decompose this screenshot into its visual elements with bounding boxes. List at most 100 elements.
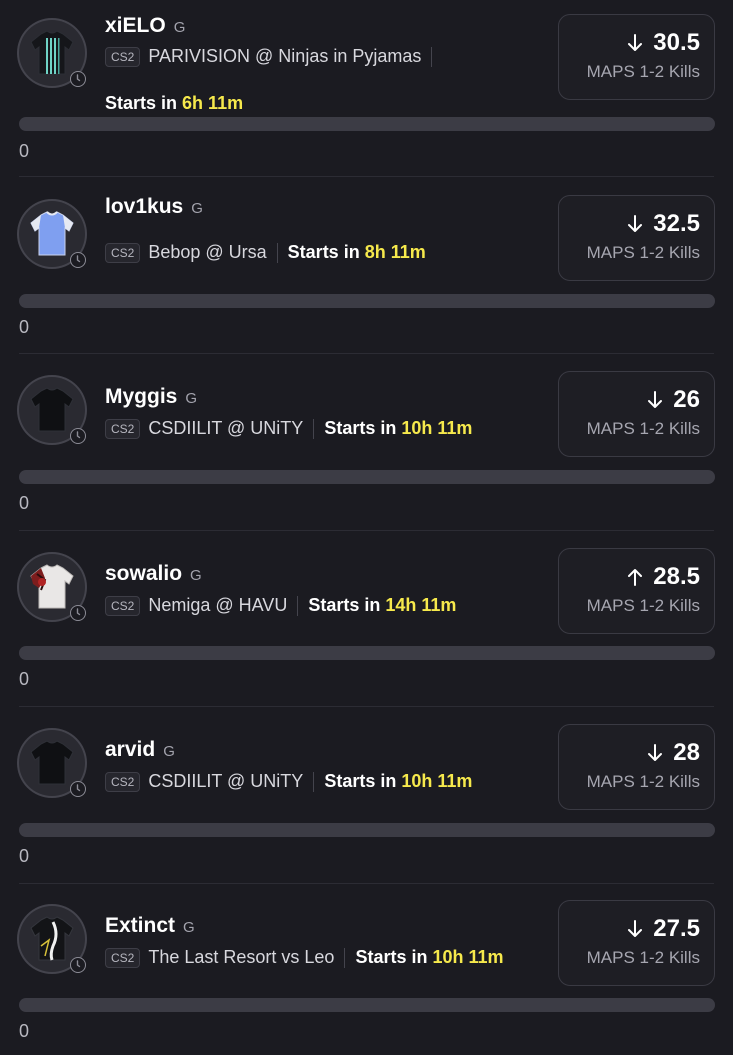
player-name: Myggis G	[105, 385, 197, 409]
league-tag: CS2	[105, 771, 141, 792]
projection-box[interactable]: 32.5 MAPS 1-2 Kills	[558, 195, 715, 281]
player-avatar	[19, 201, 86, 268]
stat-type: MAPS 1-2 Kills	[586, 243, 700, 262]
player-name-text: Myggis	[105, 385, 178, 408]
starts-label: Starts in	[355, 947, 428, 967]
player-position: G	[190, 567, 202, 584]
matchup: The Last Resort vs Leo	[148, 947, 335, 967]
stat-type: MAPS 1-2 Kills	[586, 772, 700, 791]
projection-line: 26	[647, 386, 700, 414]
league-tag: CS2	[105, 595, 141, 616]
clock-icon	[70, 781, 86, 797]
start-time: Starts in 10h 11m	[324, 418, 472, 439]
arrow-down-icon	[648, 744, 663, 761]
stat-type: MAPS 1-2 Kills	[586, 596, 700, 615]
projection-box[interactable]: 30.5 MAPS 1-2 Kills	[558, 14, 715, 100]
stat-type: MAPS 1-2 Kills	[586, 948, 700, 967]
league-tag: CS2	[105, 46, 141, 67]
divider	[297, 595, 299, 616]
clock-icon	[70, 428, 86, 444]
player-position: G	[191, 200, 203, 217]
row-divider	[19, 353, 714, 354]
starts-countdown: 14h 11m	[385, 595, 457, 615]
player-avatar	[19, 730, 86, 797]
player-name-text: xiELO	[105, 14, 166, 37]
clock-icon	[70, 957, 86, 973]
player-name-text: arvid	[105, 738, 156, 761]
starts-label: Starts in	[287, 242, 360, 262]
projection-card[interactable]: Myggis G CS2 CSDIILIT @ UNiTY Starts in 1…	[0, 371, 733, 531]
projection-card[interactable]: lov1kus G CS2 Bebop @ Ursa Starts in 8h 1…	[0, 195, 733, 354]
progress-bar	[19, 998, 715, 1012]
stat-type: MAPS 1-2 Kills	[586, 62, 700, 81]
starts-countdown: 8h 11m	[364, 242, 426, 262]
starts-label: Starts in	[308, 595, 381, 615]
line-value: 26	[673, 386, 700, 413]
match-info: CS2 Nemiga @ HAVU Starts in 14h 11m	[105, 595, 456, 616]
current-count: 0	[19, 141, 30, 161]
player-avatar	[19, 906, 86, 973]
player-name: lov1kus G	[105, 195, 203, 219]
line-value: 28.5	[653, 563, 700, 590]
projection-line: 28	[647, 739, 700, 767]
start-time: Starts in 10h 11m	[355, 947, 503, 968]
divider	[431, 46, 433, 67]
player-name-text: lov1kus	[105, 195, 184, 218]
clock-icon	[70, 71, 86, 87]
matchup: Bebop @ Ursa	[148, 242, 267, 262]
player-avatar	[19, 20, 86, 87]
starts-countdown: 10h 11m	[401, 771, 473, 791]
projection-card[interactable]: xiELO G CS2 PARIVISION @ Ninjas in Pyjama…	[0, 14, 733, 177]
projection-card[interactable]: Extinct G CS2 The Last Resort vs Leo Star…	[0, 900, 733, 1055]
projection-box[interactable]: 28 MAPS 1-2 Kills	[558, 724, 715, 810]
arrow-down-icon	[628, 34, 643, 51]
clock-icon	[70, 252, 86, 268]
projection-line: 27.5	[627, 915, 700, 943]
matchup: Nemiga @ HAVU	[148, 595, 288, 615]
projection-card[interactable]: arvid G CS2 CSDIILIT @ UNiTY Starts in 10…	[0, 724, 733, 884]
player-avatar	[19, 554, 86, 621]
player-name: xiELO G	[105, 14, 185, 38]
match-info: CS2 CSDIILIT @ UNiTY Starts in 10h 11m	[105, 418, 472, 439]
match-info: CS2 The Last Resort vs Leo Starts in 10h…	[105, 947, 504, 968]
matchup: PARIVISION @ Ninjas in Pyjamas	[148, 46, 422, 66]
projection-card[interactable]: sowalio G CS2 Nemiga @ HAVU Starts in 14h…	[0, 548, 733, 707]
projection-line: 32.5	[627, 210, 700, 238]
arrow-down-icon	[628, 215, 643, 232]
projection-list: xiELO G CS2 PARIVISION @ Ninjas in Pyjama…	[0, 0, 733, 1055]
progress-bar	[19, 294, 715, 308]
line-value: 27.5	[653, 915, 700, 942]
current-count: 0	[19, 317, 30, 337]
progress-bar	[19, 117, 715, 131]
league-tag: CS2	[105, 947, 141, 968]
current-count: 0	[19, 669, 30, 689]
row-divider	[19, 176, 714, 177]
current-count: 0	[19, 493, 30, 513]
matchup: CSDIILIT @ UNiTY	[148, 418, 304, 438]
player-name-text: Extinct	[105, 914, 176, 937]
match-info: CS2 PARIVISION @ Ninjas in Pyjamas	[105, 46, 442, 67]
current-count: 0	[19, 1021, 30, 1041]
starts-countdown: 6h 11m	[182, 93, 244, 113]
start-time: Starts in 8h 11m	[288, 242, 426, 263]
divider	[313, 418, 315, 439]
starts-label: Starts in	[324, 771, 397, 791]
match-info: CS2 Bebop @ Ursa Starts in 8h 11m	[105, 242, 426, 263]
match-info: CS2 CSDIILIT @ UNiTY Starts in 10h 11m	[105, 771, 472, 792]
player-position: G	[163, 743, 175, 760]
projection-line: 28.5	[627, 563, 700, 591]
projection-box[interactable]: 26 MAPS 1-2 Kills	[558, 371, 715, 457]
progress-bar	[19, 470, 715, 484]
divider	[344, 947, 346, 968]
row-divider	[19, 706, 714, 707]
line-value: 32.5	[653, 210, 700, 237]
row-divider	[19, 883, 714, 884]
progress-bar	[19, 823, 715, 837]
player-avatar	[19, 377, 86, 444]
stat-type: MAPS 1-2 Kills	[586, 419, 700, 438]
projection-box[interactable]: 27.5 MAPS 1-2 Kills	[558, 900, 715, 986]
player-position: G	[183, 919, 195, 936]
projection-box[interactable]: 28.5 MAPS 1-2 Kills	[558, 548, 715, 634]
player-position: G	[185, 390, 198, 407]
player-name-text: sowalio	[105, 562, 183, 585]
